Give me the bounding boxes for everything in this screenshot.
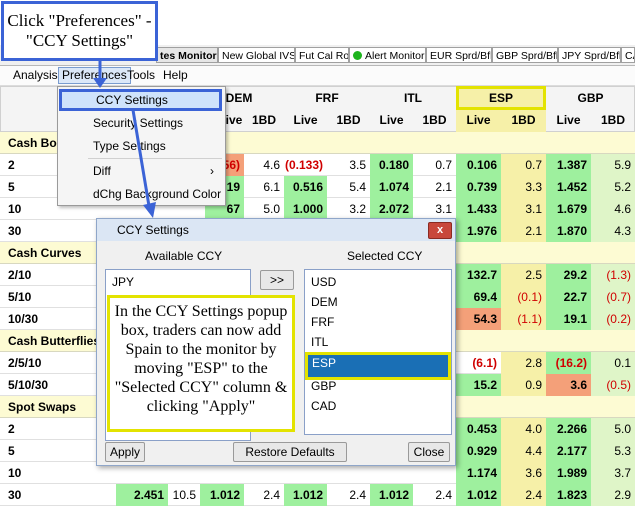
close-button[interactable]: Close bbox=[408, 442, 450, 462]
list-item[interactable]: CAD bbox=[307, 396, 449, 416]
list-item[interactable]: JPY bbox=[108, 272, 248, 292]
dialog-titlebar: CCY Settings x bbox=[97, 219, 455, 241]
close-icon[interactable]: x bbox=[428, 222, 452, 239]
callout-preferences: Click "Preferences" - "CCY Settings" bbox=[1, 1, 158, 61]
list-item[interactable]: FRF bbox=[307, 312, 449, 332]
list-item[interactable]: GBP bbox=[307, 376, 449, 396]
selected-ccy-label: Selected CCY bbox=[347, 249, 423, 263]
restore-defaults-button[interactable]: Restore Defaults bbox=[233, 442, 347, 462]
list-item[interactable]: DEM bbox=[307, 292, 449, 312]
selected-ccy-list[interactable]: USD DEM FRF ITL ESP GBP CAD bbox=[304, 269, 452, 435]
arrow-head-icon bbox=[93, 78, 107, 88]
arrow-head-icon bbox=[143, 202, 156, 218]
apply-button[interactable]: Apply bbox=[105, 442, 145, 462]
list-item[interactable]: ITL bbox=[307, 332, 449, 352]
available-ccy-label: Available CCY bbox=[145, 249, 223, 263]
move-right-button[interactable]: >> bbox=[260, 270, 294, 290]
list-item[interactable]: USD bbox=[307, 272, 449, 292]
callout-ccy-settings: In the CCY Settings popup box, traders c… bbox=[107, 295, 295, 432]
arrow-ccy-settings-to-dialog bbox=[131, 109, 152, 213]
dialog-title: CCY Settings bbox=[117, 223, 189, 237]
